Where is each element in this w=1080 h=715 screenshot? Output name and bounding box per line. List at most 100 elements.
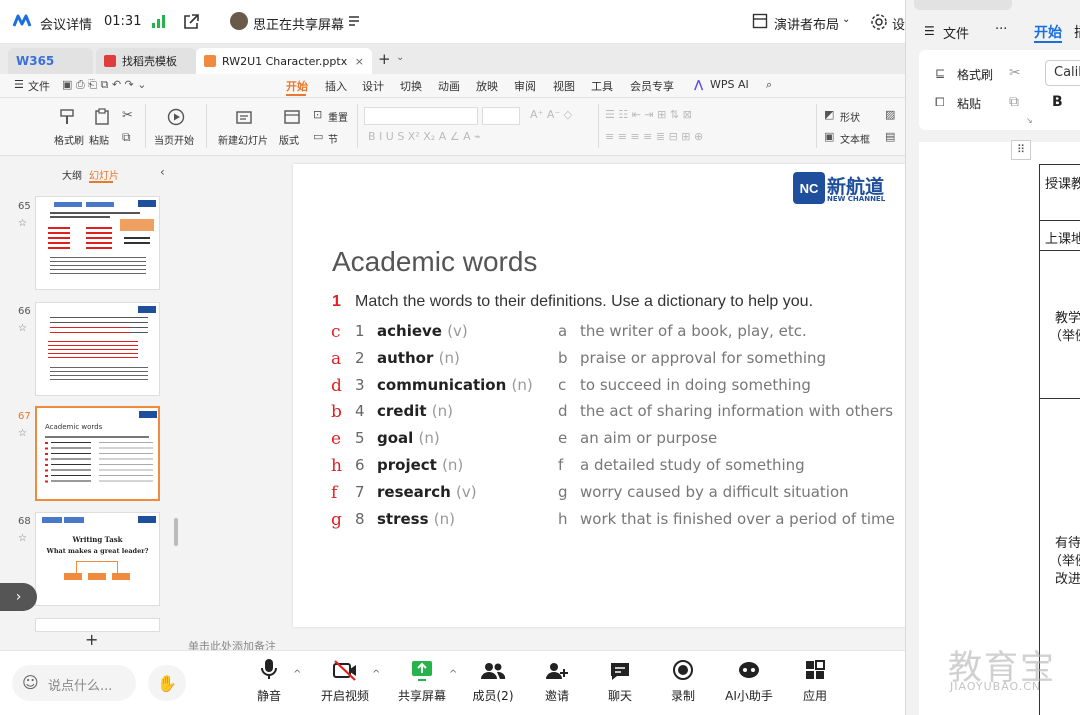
- format-painter-button[interactable]: 格式刷: [54, 132, 84, 147]
- arrange-icon[interactable]: ▤: [885, 130, 895, 143]
- tab-outline[interactable]: 大纲: [62, 167, 82, 182]
- chevron-down-icon[interactable]: ⌄: [842, 14, 850, 25]
- menu-member[interactable]: 会员专享: [630, 78, 674, 94]
- font-size-buttons[interactable]: A⁺ A⁻ ◇: [530, 108, 572, 121]
- panel-menu-file[interactable]: 文件: [943, 23, 969, 42]
- menu-start[interactable]: 开始: [286, 78, 308, 94]
- slide-canvas[interactable]: NC 新航道 NEW CHANNEL Academic words 1 Matc…: [293, 164, 905, 627]
- panel-tab-insert[interactable]: 插: [1074, 22, 1080, 42]
- menu-view[interactable]: 视图: [553, 78, 575, 94]
- copy-icon[interactable]: ⧉: [122, 130, 131, 145]
- panel-format-painter[interactable]: 格式刷: [957, 66, 993, 83]
- align-buttons[interactable]: ≡ ≡ ≡ ≡ ≣ ⊟ ⊞ ⊕: [605, 130, 703, 143]
- chat-button[interactable]: 聊天: [590, 651, 650, 704]
- tab-w365[interactable]: W365: [8, 48, 93, 74]
- share-screen-button[interactable]: 共享屏幕: [392, 651, 452, 704]
- chevron-up-icon[interactable]: ^: [293, 669, 301, 680]
- chevron-down-icon[interactable]: ⌄: [396, 52, 404, 63]
- menu-tools[interactable]: 工具: [591, 78, 613, 94]
- ai-assistant-button[interactable]: AI小助手: [719, 651, 779, 704]
- paste-button[interactable]: 粘贴: [89, 132, 109, 147]
- table-handle-icon[interactable]: ⠿: [1011, 140, 1031, 160]
- play-from-current-button[interactable]: 当页开始: [154, 132, 194, 147]
- hamburger-icon[interactable]: ☰: [14, 78, 24, 91]
- shape-button[interactable]: 形状: [840, 109, 860, 124]
- slide-thumbnail-66[interactable]: [35, 302, 160, 396]
- thumb-title: Writing Task: [72, 535, 123, 544]
- font-style-buttons[interactable]: B I U S X² X₂ A ∠ A ⌁: [368, 130, 481, 143]
- menu-file[interactable]: 文件: [28, 78, 50, 94]
- section-button[interactable]: 节: [328, 131, 338, 146]
- word-text: project: [377, 456, 437, 474]
- hamburger-icon[interactable]: ☰: [924, 24, 935, 38]
- part-of-speech: (n): [511, 375, 533, 394]
- slide-number: 66: [18, 306, 31, 317]
- side-expand-button[interactable]: ›: [0, 583, 37, 611]
- slide-thumbnail-68[interactable]: Writing Task What makes a great leader?: [35, 512, 160, 606]
- reset-button[interactable]: 重置: [328, 109, 348, 124]
- font-name-select[interactable]: [364, 107, 478, 125]
- chevron-up-icon[interactable]: ^: [449, 669, 457, 680]
- panel-font-select[interactable]: Calib: [1045, 60, 1080, 86]
- cut-icon[interactable]: ✂: [1009, 65, 1021, 81]
- new-tab-icon[interactable]: +: [378, 50, 391, 68]
- record-button[interactable]: 录制: [653, 651, 713, 704]
- panel-paste[interactable]: 粘贴: [957, 95, 981, 112]
- definition-letter: f: [558, 456, 564, 474]
- apps-button[interactable]: 应用: [785, 651, 845, 704]
- panel-more[interactable]: ···: [995, 22, 1007, 37]
- layout-button[interactable]: 演讲者布局: [774, 14, 839, 33]
- sharing-menu-icon[interactable]: [348, 15, 360, 27]
- dialog-launcher-icon[interactable]: ↘: [1026, 116, 1033, 125]
- meeting-info-label[interactable]: 会议详情: [40, 14, 92, 33]
- textbox-button[interactable]: 文本框: [840, 131, 870, 146]
- settings-label[interactable]: 设: [892, 14, 905, 33]
- menu-transition[interactable]: 切换: [400, 78, 422, 94]
- quick-access-icons[interactable]: ▣ ⎙ ⎗ ⧉ ↶ ↷ ⌄: [62, 78, 146, 92]
- font-size-select[interactable]: [482, 107, 520, 125]
- tab-pptx[interactable]: RW2U1 Character.pptx ×: [196, 48, 372, 74]
- thumb-banner: [64, 517, 84, 523]
- layout-button[interactable]: 版式: [279, 132, 299, 147]
- panel-bold-button[interactable]: B: [1052, 94, 1063, 110]
- raise-hand-button[interactable]: ✋: [148, 665, 186, 701]
- smiley-icon[interactable]: ☺: [22, 673, 39, 692]
- slide-thumbnail-65[interactable]: [35, 196, 160, 290]
- close-icon[interactable]: ×: [355, 55, 364, 68]
- menu-design[interactable]: 设计: [362, 78, 384, 94]
- popout-icon[interactable]: [182, 13, 200, 31]
- star-icon[interactable]: ☆: [18, 533, 27, 544]
- mute-label: 静音: [256, 689, 281, 703]
- star-icon[interactable]: ☆: [18, 428, 27, 439]
- picture-icon[interactable]: ▨: [885, 108, 895, 121]
- menu-wps-ai[interactable]: WPS AI: [710, 78, 749, 91]
- panel-tab-start[interactable]: 开始: [1034, 22, 1062, 42]
- menu-review[interactable]: 审阅: [514, 78, 536, 94]
- list-buttons[interactable]: ☰ ☷ ⇤ ⇥ ⊞ ⇅ ⊠: [605, 108, 692, 121]
- video-button[interactable]: 开启视频: [315, 651, 375, 704]
- star-icon[interactable]: ☆: [18, 218, 27, 229]
- new-slide-button[interactable]: 新建幻灯片: [218, 132, 268, 147]
- collapse-pane-icon[interactable]: ‹: [160, 165, 165, 179]
- tab-template[interactable]: 找稻壳模板: [96, 48, 196, 74]
- mute-button[interactable]: 静音: [239, 651, 299, 704]
- slide-thumbnail-67[interactable]: Academic words: [35, 406, 160, 501]
- search-icon[interactable]: ⌕: [766, 78, 772, 92]
- exercise-row: a 2 author (n) b praise or approval for some…: [293, 349, 905, 373]
- cut-icon[interactable]: ✂: [122, 108, 133, 123]
- menu-slideshow[interactable]: 放映: [476, 78, 498, 94]
- copy-icon[interactable]: ⧉: [1009, 94, 1019, 110]
- slide-number: 65: [18, 201, 31, 212]
- gear-icon[interactable]: [870, 13, 888, 31]
- add-slide-button[interactable]: +: [85, 630, 98, 649]
- invite-button[interactable]: 邀请: [527, 651, 587, 704]
- tab-slides[interactable]: 幻灯片: [89, 167, 119, 182]
- chevron-up-icon[interactable]: ^: [372, 669, 380, 680]
- star-icon[interactable]: ☆: [18, 323, 27, 334]
- thumbnail-scrollbar[interactable]: [174, 518, 178, 546]
- members-button[interactable]: 成员(2): [463, 651, 523, 704]
- menu-animation[interactable]: 动画: [438, 78, 460, 94]
- chat-input[interactable]: ☺ 说点什么...: [12, 665, 136, 701]
- table-line: [1039, 250, 1080, 251]
- menu-insert[interactable]: 插入: [325, 78, 347, 94]
